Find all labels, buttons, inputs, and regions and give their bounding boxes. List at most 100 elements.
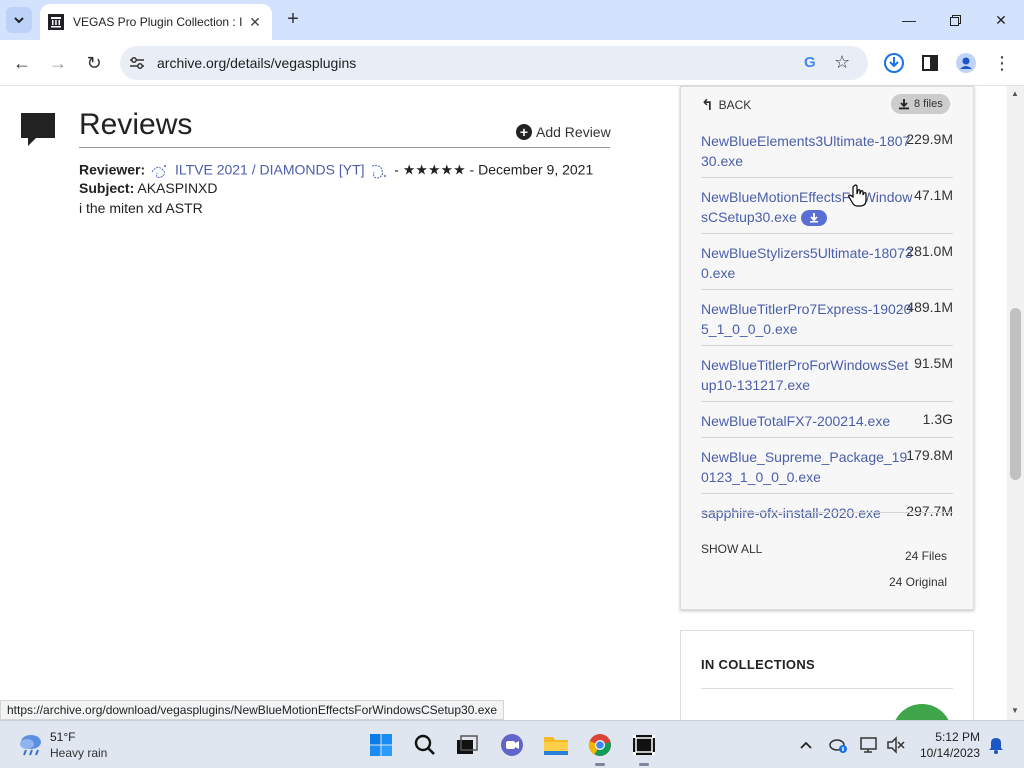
subject-text: AKASPINXD xyxy=(137,180,218,196)
new-tab-button[interactable]: + xyxy=(282,8,304,30)
bookmark-star-icon[interactable]: ☆ xyxy=(834,52,850,73)
windows-start-icon[interactable] xyxy=(367,731,395,759)
speech-bubble-icon xyxy=(20,112,56,153)
display-icon[interactable] xyxy=(860,735,880,755)
page-scrollbar[interactable]: ▲ ▼ xyxy=(1007,86,1024,720)
volume-muted-icon[interactable] xyxy=(886,735,906,755)
files-count-badge[interactable]: 8 files xyxy=(891,94,950,114)
file-row: NewBlueMotionEffectsForWindowsCSetup30.e… xyxy=(701,177,953,233)
file-link[interactable]: NewBlueMotionEffectsForWindowsCSetup30.e… xyxy=(701,187,913,227)
clock-time[interactable]: 5:12 PM xyxy=(935,730,980,744)
files-badge-label: 8 files xyxy=(914,98,943,110)
site-info-icon[interactable] xyxy=(128,54,146,72)
file-explorer-icon[interactable] xyxy=(542,731,570,759)
collections-clip xyxy=(680,630,974,720)
file-link[interactable]: NewBlueStylizers5Ultimate-180730.exe xyxy=(701,243,913,283)
review-separator: - xyxy=(394,161,403,178)
file-size: 91.5M xyxy=(914,355,953,371)
notification-bell-icon[interactable] xyxy=(986,735,1006,755)
profile-avatar-icon[interactable] xyxy=(954,51,978,75)
task-view-icon[interactable] xyxy=(453,731,481,759)
files-count[interactable]: 24 Files xyxy=(905,549,947,563)
search-icon[interactable] xyxy=(411,731,439,759)
back-arrow-icon[interactable]: ← xyxy=(9,50,35,76)
show-all-link[interactable]: SHOW ALL xyxy=(701,542,762,556)
windows-taskbar: 51°F Heavy rain 5:12 PM 10/14/2023 xyxy=(0,720,1024,768)
download-icon xyxy=(899,99,909,110)
subject-label: Subject: xyxy=(79,180,135,196)
file-row: NewBlueElements3Ultimate-180730.exe 229.… xyxy=(701,122,953,177)
file-link[interactable]: NewBlueElements3Ultimate-180730.exe xyxy=(701,131,913,171)
tab-close-icon[interactable]: ✕ xyxy=(246,13,264,31)
file-size: 281.0M xyxy=(906,243,953,259)
plus-circle-icon: + xyxy=(516,124,532,140)
address-bar[interactable]: archive.org/details/vegasplugins G ☆ xyxy=(120,46,868,80)
browser-toolbar: ← → ↻ archive.org/details/vegasplugins G… xyxy=(0,40,1024,86)
file-size: 229.9M xyxy=(906,131,953,147)
file-link[interactable]: NewBlueTitlerProForWindowsSetup10-131217… xyxy=(701,355,913,395)
back-label: BACK xyxy=(718,98,752,112)
browser-tab[interactable]: VEGAS Pro Plugin Collection : I ✕ xyxy=(40,4,272,40)
review-body: i the miten xd ASTR xyxy=(79,200,203,216)
reload-icon[interactable]: ↻ xyxy=(81,50,107,76)
scroll-down-icon[interactable]: ▼ xyxy=(1011,706,1019,715)
weather-temperature[interactable]: 51°F xyxy=(50,730,75,744)
minimize-button[interactable]: — xyxy=(886,6,932,34)
sparkle-decoration-icon xyxy=(149,160,171,182)
back-arrow-icon: ↰ xyxy=(701,97,714,114)
status-url-bubble: https://archive.org/download/vegasplugin… xyxy=(0,700,505,720)
file-link[interactable]: sapphire-ofx-install-2020.exe xyxy=(701,503,913,523)
tab-title: VEGAS Pro Plugin Collection : I xyxy=(73,15,243,29)
download-files-panel: ↰ BACK 8 files NewBlueElements3Ultimate-… xyxy=(680,86,974,610)
reviewer-line: Reviewer: ILTVE 2021 / DIAMONDS [YT] - ★… xyxy=(79,160,593,182)
add-review-button[interactable]: + Add Review xyxy=(516,124,611,140)
chevron-up-icon[interactable] xyxy=(796,735,816,755)
file-row: sapphire-ofx-install-2020.exe 297.7M xyxy=(701,493,953,529)
show-all-divider xyxy=(701,512,953,513)
reviews-divider xyxy=(79,147,610,148)
file-list: NewBlueElements3Ultimate-180730.exe 229.… xyxy=(701,122,953,529)
add-review-label: Add Review xyxy=(536,124,611,140)
file-row: NewBlueTitlerPro7Express-190205_1_0_0_0.… xyxy=(701,289,953,345)
original-count[interactable]: 24 Original xyxy=(889,575,947,589)
reviewer-label: Reviewer: xyxy=(79,161,146,178)
file-row: NewBlueStylizers5Ultimate-180730.exe 281… xyxy=(701,233,953,289)
clock-date[interactable]: 10/14/2023 xyxy=(920,746,980,760)
collection-thumbnail[interactable] xyxy=(892,704,952,720)
scroll-up-icon[interactable]: ▲ xyxy=(1011,89,1019,98)
reviews-heading: Reviews xyxy=(79,108,193,141)
review-stars: ★★★★★ xyxy=(402,161,466,178)
file-row: NewBlueTitlerProForWindowsSetup10-131217… xyxy=(701,345,953,401)
sparkle-decoration-icon xyxy=(368,160,390,182)
url-text[interactable]: archive.org/details/vegasplugins xyxy=(157,55,356,71)
weather-description[interactable]: Heavy rain xyxy=(50,746,107,760)
scroll-thumb[interactable] xyxy=(1010,308,1021,480)
hand-cursor-icon xyxy=(848,184,868,213)
file-size: 489.1M xyxy=(906,299,953,315)
restore-button[interactable] xyxy=(932,6,978,34)
file-link[interactable]: NewBlue_Supreme_Package_190123_1_0_0_0.e… xyxy=(701,447,913,487)
tab-search-button[interactable] xyxy=(6,7,32,33)
more-menu-icon[interactable]: ⋮ xyxy=(990,51,1014,75)
subject-line: Subject: AKASPINXD xyxy=(79,180,218,196)
rain-cloud-icon[interactable] xyxy=(18,733,44,762)
side-panel-icon[interactable] xyxy=(918,51,942,75)
forward-arrow-icon[interactable]: → xyxy=(45,50,71,76)
file-row: NewBlue_Supreme_Package_190123_1_0_0_0.e… xyxy=(701,437,953,493)
review-separator: - xyxy=(465,161,479,178)
network-status-icon[interactable] xyxy=(828,735,848,755)
google-lens-icon[interactable]: G xyxy=(804,54,816,71)
file-size: 297.7M xyxy=(906,503,953,519)
close-window-button[interactable]: ✕ xyxy=(978,6,1024,34)
back-link[interactable]: ↰ BACK xyxy=(701,96,751,114)
review-date: December 9, 2021 xyxy=(478,161,594,178)
chrome-icon[interactable] xyxy=(586,731,614,766)
reviewer-name-link[interactable]: ILTVE 2021 / DIAMONDS [YT] xyxy=(175,162,365,178)
file-link[interactable]: NewBlueTitlerPro7Express-190205_1_0_0_0.… xyxy=(701,299,913,339)
file-link[interactable]: NewBlueTotalFX7-200214.exe xyxy=(701,411,913,431)
download-badge-icon[interactable] xyxy=(800,210,827,227)
vegas-app-icon[interactable] xyxy=(630,731,658,766)
download-icon[interactable] xyxy=(882,51,906,75)
teams-chat-icon[interactable] xyxy=(498,731,526,759)
file-row: NewBlueTotalFX7-200214.exe 1.3G xyxy=(701,401,953,437)
